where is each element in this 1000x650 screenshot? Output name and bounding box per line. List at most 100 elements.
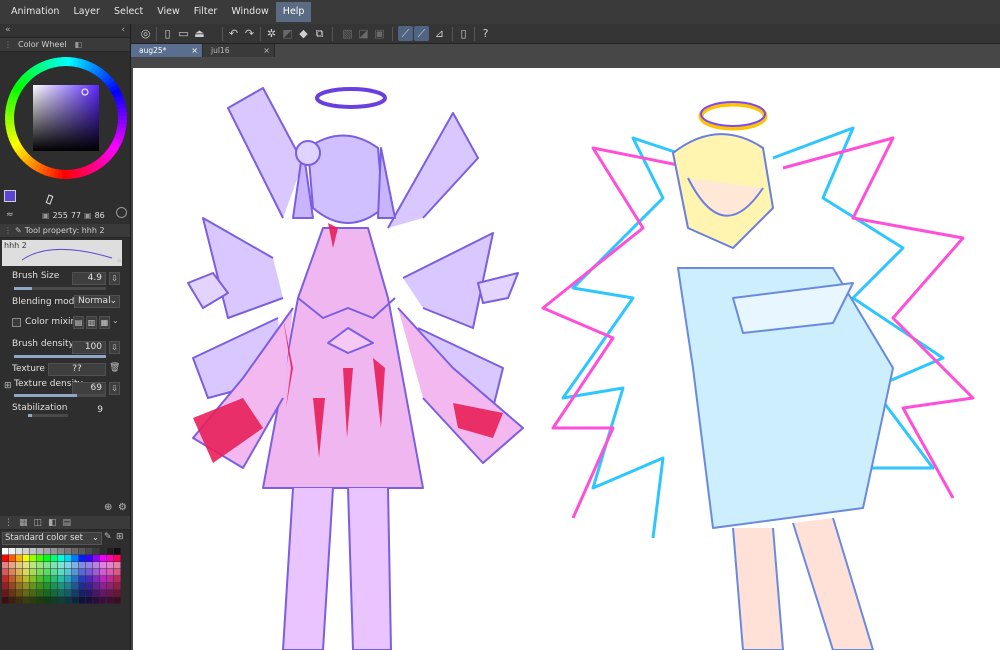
- color-swatch[interactable]: [114, 583, 121, 590]
- color-swatch[interactable]: [2, 583, 9, 590]
- color-swatch[interactable]: [30, 583, 37, 590]
- color-swatch[interactable]: [9, 583, 16, 590]
- color-swatch[interactable]: [9, 597, 16, 604]
- color-swatch[interactable]: [44, 569, 51, 576]
- color-swatch[interactable]: [23, 590, 30, 597]
- color-swatch[interactable]: [93, 590, 100, 597]
- color-swatch[interactable]: [114, 576, 121, 583]
- color-swatch[interactable]: [79, 576, 86, 583]
- color-swatch[interactable]: [107, 555, 114, 562]
- color-swatch[interactable]: [44, 583, 51, 590]
- menu-item-filter[interactable]: Filter: [187, 2, 225, 22]
- color-swatch[interactable]: [30, 569, 37, 576]
- close-icon[interactable]: ×: [263, 44, 270, 57]
- edit-color-set-icon[interactable]: ✎: [104, 532, 112, 542]
- color-swatch[interactable]: [37, 569, 44, 576]
- undo-icon[interactable]: ↶: [226, 26, 241, 41]
- snap-grid-icon[interactable]: ⊿: [432, 26, 447, 41]
- color-swatch[interactable]: [2, 569, 9, 576]
- color-swatch[interactable]: [44, 555, 51, 562]
- color-swatch[interactable]: [100, 590, 107, 597]
- color-swatch[interactable]: [93, 583, 100, 590]
- color-swatch[interactable]: [100, 597, 107, 604]
- color-swatch[interactable]: [65, 583, 72, 590]
- color-swatch[interactable]: [114, 562, 121, 569]
- color-swatch[interactable]: [100, 576, 107, 583]
- color-swatch[interactable]: [86, 583, 93, 590]
- color-swatch[interactable]: [107, 583, 114, 590]
- collapse-icon[interactable]: «: [5, 25, 11, 35]
- expand-plus-icon[interactable]: ⊞: [4, 381, 12, 391]
- chevron-down-icon[interactable]: ⌄: [112, 316, 119, 329]
- stabilization-slider[interactable]: [28, 414, 68, 417]
- color-swatch[interactable]: [58, 590, 65, 597]
- color-swatch[interactable]: [23, 562, 30, 569]
- color-swatch[interactable]: [30, 597, 37, 604]
- color-swatch[interactable]: [51, 576, 58, 583]
- color-swatch[interactable]: [58, 548, 65, 555]
- color-swatch[interactable]: [100, 548, 107, 555]
- color-swatch[interactable]: [86, 562, 93, 569]
- color-swatch[interactable]: [37, 555, 44, 562]
- color-swatch[interactable]: [72, 597, 79, 604]
- color-swatch[interactable]: [86, 569, 93, 576]
- color-swatch[interactable]: [9, 590, 16, 597]
- color-swatch[interactable]: [37, 562, 44, 569]
- history-tab-icon[interactable]: ▤: [63, 518, 72, 528]
- fill-icon[interactable]: ◆: [296, 26, 311, 41]
- color-swatch[interactable]: [44, 562, 51, 569]
- color-swatch[interactable]: [37, 576, 44, 583]
- color-swatch[interactable]: [93, 576, 100, 583]
- device-icon[interactable]: ▯: [456, 26, 471, 41]
- color-swatch[interactable]: [72, 569, 79, 576]
- menu-item-layer[interactable]: Layer: [66, 2, 107, 22]
- color-swatch[interactable]: [44, 548, 51, 555]
- color-swatch[interactable]: [2, 576, 9, 583]
- color-swatch[interactable]: [86, 597, 93, 604]
- color-swatch[interactable]: [93, 569, 100, 576]
- brush-density-value[interactable]: 100: [72, 341, 106, 354]
- color-swatch[interactable]: [30, 576, 37, 583]
- color-swatch[interactable]: [86, 576, 93, 583]
- color-swatch[interactable]: [86, 548, 93, 555]
- new-file-icon[interactable]: ▯: [160, 26, 175, 41]
- color-swatch[interactable]: [107, 562, 114, 569]
- color-swatch[interactable]: [58, 597, 65, 604]
- color-swatch[interactable]: [30, 562, 37, 569]
- color-swatch[interactable]: [51, 569, 58, 576]
- color-swatch[interactable]: [9, 569, 16, 576]
- color-swatch[interactable]: [93, 597, 100, 604]
- color-swatch[interactable]: [37, 548, 44, 555]
- color-swatch[interactable]: [2, 548, 9, 555]
- color-swatch[interactable]: [51, 597, 58, 604]
- color-swatch[interactable]: [44, 597, 51, 604]
- color-swatch[interactable]: [37, 590, 44, 597]
- color-swatch[interactable]: [79, 597, 86, 604]
- color-set-select[interactable]: Standard color set ⌄: [2, 532, 102, 545]
- color-swatch[interactable]: [16, 590, 23, 597]
- export-icon[interactable]: ⏏: [192, 26, 207, 41]
- color-swatch[interactable]: [72, 562, 79, 569]
- blending-mode-select[interactable]: Normal ⌄: [74, 295, 120, 308]
- color-swatch[interactable]: [58, 583, 65, 590]
- snap-special-ruler-icon[interactable]: ⟋: [414, 26, 429, 41]
- color-swatch[interactable]: [23, 576, 30, 583]
- color-swatch[interactable]: [58, 562, 65, 569]
- color-swatch[interactable]: [107, 590, 114, 597]
- color-swatch[interactable]: [114, 548, 121, 555]
- color-swatch[interactable]: [72, 555, 79, 562]
- color-swatch[interactable]: [16, 562, 23, 569]
- color-swatch[interactable]: [65, 597, 72, 604]
- color-swatch[interactable]: [2, 590, 9, 597]
- clear-selection-icon[interactable]: ✲: [264, 26, 279, 41]
- color-swatch[interactable]: [65, 590, 72, 597]
- color-swatch[interactable]: [79, 548, 86, 555]
- color-swatch[interactable]: [51, 562, 58, 569]
- main-color-swatch[interactable]: [4, 190, 16, 202]
- texture-density-dynamics-button[interactable]: ⇩: [109, 382, 120, 395]
- color-swatch[interactable]: [107, 576, 114, 583]
- approx-color-tab-icon[interactable]: ◧: [48, 518, 57, 528]
- color-swatch[interactable]: [16, 555, 23, 562]
- tool-property-header[interactable]: ⋮ ✎ Tool property: hhh 2: [0, 224, 130, 238]
- add-color-icon[interactable]: ⊞: [116, 532, 124, 542]
